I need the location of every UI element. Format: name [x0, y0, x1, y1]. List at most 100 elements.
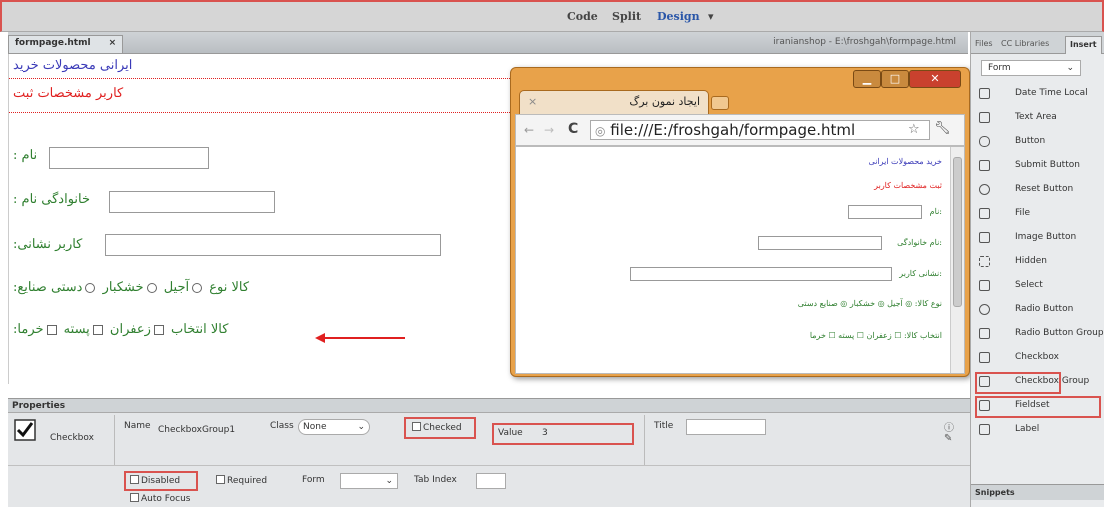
insert-item-submit-button[interactable]: Submit Button: [971, 154, 1104, 178]
checked-label: Checked: [423, 423, 462, 433]
insert-item-label: Submit Button: [1015, 160, 1080, 170]
tab-formpage[interactable]: formpage.html ×: [8, 35, 124, 53]
browser-checkbox-row: انتخاب کالا: ☐ زعفران ☐ پسته ☐ خرما: [809, 331, 942, 340]
insert-item-hidden[interactable]: Hidden: [971, 250, 1104, 274]
help-icon[interactable]: ⓘ: [944, 419, 954, 434]
checkbox[interactable]: [92, 324, 103, 335]
divider: [644, 415, 645, 465]
address-label: :کاربر نشانی: [13, 237, 83, 252]
wrench-icon[interactable]: 🔧︎: [934, 121, 951, 136]
document-path: iranianshop - E:\froshgah\formpage.html: [773, 37, 956, 47]
browser-address-input[interactable]: [630, 267, 892, 281]
insert-item-image-button[interactable]: Image Button: [971, 226, 1104, 250]
scrollbar[interactable]: [950, 147, 964, 373]
required-option[interactable]: Required: [216, 475, 267, 486]
form-prop-label: Form: [302, 475, 325, 485]
edit-icon[interactable]: ✎: [944, 433, 952, 444]
url-field[interactable]: ◎ file:///E:/froshgah/formpage.html: [590, 120, 930, 140]
bookmark-star-icon[interactable]: ☆: [908, 122, 920, 137]
chevron-down-icon: ⌄: [385, 476, 393, 486]
value-prop-label: Value: [498, 428, 523, 438]
insert-item-radio-button[interactable]: Radio Button: [971, 298, 1104, 322]
minimize-button[interactable]: ▁: [853, 70, 881, 88]
family-input[interactable]: [109, 191, 275, 213]
scrollbar-thumb[interactable]: [953, 157, 962, 307]
back-icon[interactable]: ←: [524, 123, 534, 137]
browser-name-label: نام:: [929, 207, 942, 216]
code-view-button[interactable]: Code: [567, 10, 598, 23]
checkbox-row: :کالا انتخاب زعفران پسته خرما: [13, 322, 228, 337]
forward-icon[interactable]: →: [544, 123, 554, 137]
radio-option-label: خشکبار: [102, 280, 144, 295]
name-input[interactable]: [49, 147, 209, 169]
name-prop-value[interactable]: CheckboxGroup1: [158, 425, 235, 435]
address-bar: ← → C ◎ file:///E:/froshgah/formpage.htm…: [515, 114, 965, 146]
disabled-option[interactable]: Disabled: [130, 475, 180, 486]
insert-item-date-time-local[interactable]: Date Time Local: [971, 82, 1104, 106]
autofocus-checkbox[interactable]: [130, 493, 139, 502]
new-tab-button[interactable]: [711, 96, 729, 110]
properties-header: Properties: [8, 398, 970, 412]
element-type: Checkbox: [50, 433, 94, 443]
autofocus-label: Auto Focus: [141, 494, 191, 504]
address-input[interactable]: [105, 234, 441, 256]
browser-tab-title: ایجاد نمون برگ: [629, 95, 700, 108]
tab-files[interactable]: Files: [975, 39, 993, 48]
hidden-icon: [979, 256, 990, 267]
insert-item-text-area[interactable]: Text Area: [971, 106, 1104, 130]
insert-item-button[interactable]: Button: [971, 130, 1104, 154]
radio-button[interactable]: [146, 282, 157, 293]
category-select[interactable]: Form ⌄: [981, 60, 1081, 76]
split-view-button[interactable]: Split: [612, 10, 641, 23]
radio-group-icon: [979, 328, 990, 339]
browser-subtitle: ثبت مشخصات کاربر: [874, 181, 942, 190]
checked-option[interactable]: Checked: [412, 422, 462, 433]
design-view-button[interactable]: Design: [657, 10, 700, 23]
tabindex-label: Tab Index: [414, 475, 457, 485]
insert-item-radio-button-group[interactable]: Radio Button Group: [971, 322, 1104, 346]
close-icon[interactable]: ×: [109, 38, 117, 48]
disabled-checkbox[interactable]: [130, 475, 139, 484]
form-select[interactable]: ⌄: [340, 473, 398, 489]
panel-tabs: Files CC Libraries Insert: [971, 32, 1104, 54]
insert-item-label[interactable]: Label: [971, 418, 1104, 442]
checkbox[interactable]: [46, 324, 57, 335]
insert-item-select[interactable]: Select: [971, 274, 1104, 298]
red-arrow: [315, 333, 405, 343]
checked-checkbox[interactable]: [412, 422, 421, 431]
browser-page-title: خرید محصولات ایرانی: [868, 157, 942, 166]
required-checkbox[interactable]: [216, 475, 225, 484]
autofocus-option[interactable]: Auto Focus: [130, 493, 190, 504]
radio-button[interactable]: [85, 282, 96, 293]
page-title: ایرانی محصولات خرید: [13, 58, 133, 73]
reload-icon[interactable]: C: [568, 121, 578, 137]
view-dropdown-icon[interactable]: ▾: [708, 10, 714, 23]
select-icon: [979, 280, 990, 291]
highlight-box: [975, 372, 1061, 394]
checkbox-option-label: زعفران: [109, 322, 151, 337]
family-label: : خانوادگی نام: [13, 192, 91, 207]
maximize-button[interactable]: □: [881, 70, 909, 88]
title-input[interactable]: [686, 419, 766, 435]
insert-item-file[interactable]: File: [971, 202, 1104, 226]
checkbox[interactable]: [153, 324, 164, 335]
browser-address-label: نشانی کاربر:: [899, 269, 942, 278]
radio-button[interactable]: [192, 282, 203, 293]
tab-insert[interactable]: Insert: [1065, 36, 1102, 54]
tabindex-input[interactable]: [476, 473, 506, 489]
browser-name-input[interactable]: [848, 205, 922, 219]
tab-close-icon[interactable]: ×: [528, 95, 537, 108]
class-select[interactable]: None ⌄: [298, 419, 370, 435]
close-window-button[interactable]: ✕: [909, 70, 961, 88]
url-text: file:///E:/froshgah/formpage.html: [610, 121, 856, 139]
browser-family-label: نام خانوادگی:: [897, 238, 942, 247]
file-icon: [979, 208, 990, 219]
value-prop-value[interactable]: 3: [542, 428, 548, 438]
insert-panel: Files CC Libraries Insert Form ⌄ Date Tim…: [970, 32, 1104, 507]
tab-cc-libraries[interactable]: CC Libraries: [1001, 39, 1049, 48]
insert-item-checkbox[interactable]: Checkbox: [971, 346, 1104, 370]
browser-family-input[interactable]: [758, 236, 882, 250]
insert-item-reset-button[interactable]: Reset Button: [971, 178, 1104, 202]
snippets-header[interactable]: Snippets: [971, 484, 1104, 500]
browser-tab[interactable]: × ایجاد نمون برگ: [519, 90, 709, 114]
